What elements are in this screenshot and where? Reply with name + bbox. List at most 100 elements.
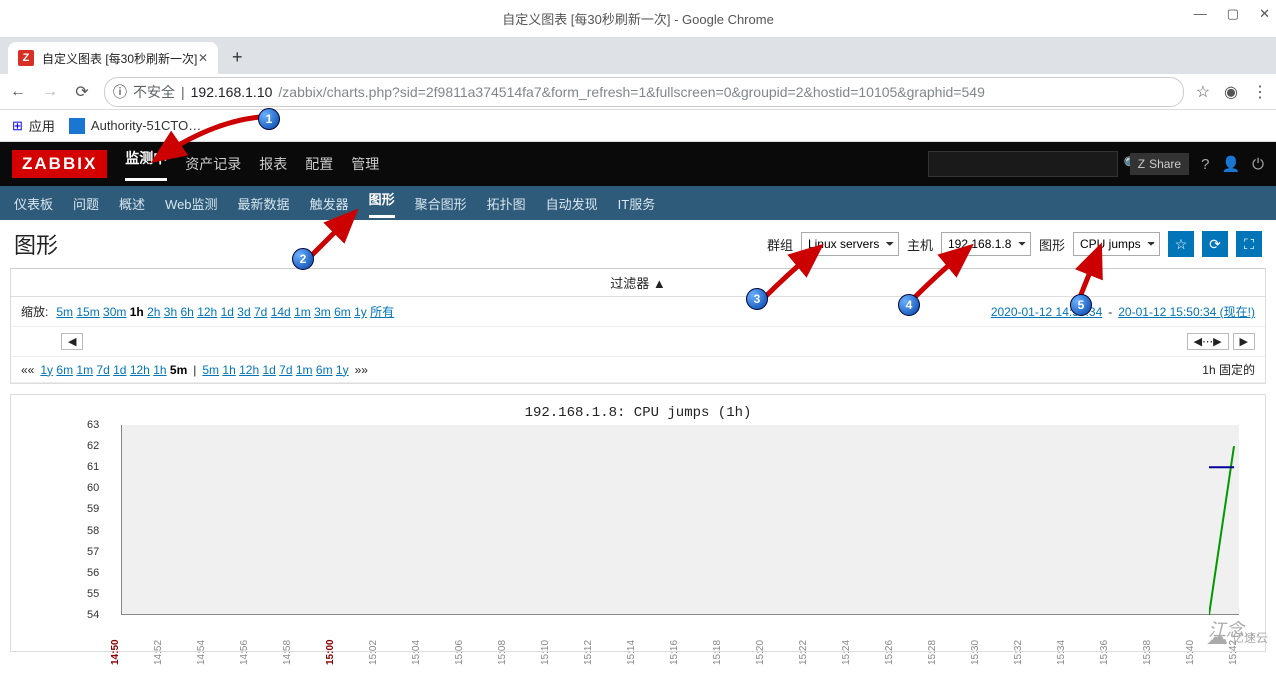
time-to[interactable]: 20-01-12 15:50:34 (现在!) [1118, 303, 1255, 320]
subnav-triggers[interactable]: 触发器 [310, 194, 349, 213]
time-range-button[interactable]: ◀⋯▶ [1187, 333, 1229, 350]
subnav-problems[interactable]: 问题 [73, 194, 99, 213]
favorite-button[interactable]: ☆ [1168, 231, 1194, 257]
time-prev-button[interactable]: ◀ [61, 333, 83, 350]
zoom-option[interactable]: 3m [314, 305, 331, 319]
zoom-option[interactable]: 6h [181, 305, 194, 319]
annotation-1: 1 [258, 108, 280, 130]
shift-left-option[interactable]: 1m [76, 363, 93, 377]
shift-right-option[interactable]: 12h [239, 363, 259, 377]
main-menu-monitoring[interactable]: 监测中 [125, 148, 167, 181]
shift-left-option[interactable]: 6m [56, 363, 73, 377]
zoom-label: 缩放: [21, 303, 48, 320]
zabbix-subnav: 仪表板 问题 概述 Web监测 最新数据 触发器 图形 聚合图形 拓扑图 自动发… [0, 186, 1276, 220]
x-tick-label: 15:16 [669, 640, 680, 665]
search-input[interactable] [929, 157, 1118, 172]
shift-right-option[interactable]: 1y [336, 363, 349, 377]
url-field[interactable]: ⓘ 不安全 | 192.168.1.10/zabbix/charts.php?s… [104, 77, 1184, 107]
shift-right-option[interactable]: 1m [296, 363, 313, 377]
chart-container: 192.168.1.8: CPU jumps (1h) 545556575859… [10, 394, 1266, 652]
apps-button[interactable]: ⊞ 应用 [12, 116, 55, 135]
subnav-web[interactable]: Web监测 [165, 194, 218, 213]
main-menu-admin[interactable]: 管理 [351, 154, 379, 174]
back-button[interactable]: ← [8, 83, 28, 101]
graph-label: 图形 [1039, 235, 1065, 254]
tab-close-icon[interactable]: ✕ [198, 51, 208, 65]
zoom-option[interactable]: 15m [76, 305, 99, 319]
graph-select[interactable]: CPU jumps [1073, 232, 1160, 256]
main-menu-reports[interactable]: 报表 [259, 154, 287, 174]
cloud-icon: ☁ [1206, 624, 1228, 650]
x-tick-label: 15:02 [368, 640, 379, 665]
window-minimize-icon[interactable]: — [1194, 6, 1207, 22]
shift-right-option[interactable]: 7d [279, 363, 292, 377]
group-select[interactable]: Linux servers [801, 232, 899, 256]
time-shift-sep: | [193, 363, 196, 377]
subnav-maps[interactable]: 拓扑图 [487, 194, 526, 213]
refresh-button[interactable]: ⟳ [1202, 231, 1228, 257]
share-button[interactable]: ZShare [1130, 153, 1189, 175]
zoom-option[interactable]: 1h [130, 305, 144, 319]
shift-left-option[interactable]: 1y [40, 363, 53, 377]
subnav-screens[interactable]: 聚合图形 [415, 194, 467, 213]
profile-avatar-icon[interactable]: ◉ [1224, 82, 1238, 102]
browser-tab[interactable]: Z 自定义图表 [每30秒刷新一次] ✕ [8, 42, 218, 74]
main-menu-config[interactable]: 配置 [305, 154, 333, 174]
host-select[interactable]: 192.168.1.8 [941, 232, 1031, 256]
bookmark-star-icon[interactable]: ☆ [1196, 82, 1210, 102]
shift-left-option[interactable]: 1h [153, 363, 166, 377]
shift-right-option[interactable]: 5m [202, 363, 219, 377]
user-icon[interactable]: 👤 [1221, 155, 1240, 173]
main-menu-inventory[interactable]: 资产记录 [185, 154, 241, 174]
chart-title: 192.168.1.8: CPU jumps (1h) [17, 401, 1259, 425]
y-tick-label: 60 [87, 482, 99, 494]
annotation-2: 2 [292, 248, 314, 270]
zoom-option[interactable]: 30m [103, 305, 126, 319]
zoom-option[interactable]: 7d [254, 305, 267, 319]
shift-right-option[interactable]: 1h [222, 363, 235, 377]
x-tick-label: 15:20 [755, 640, 766, 665]
logout-icon[interactable]: ⏻ [1252, 156, 1264, 173]
bookmark-item[interactable]: Authority-51CTO… [69, 118, 201, 134]
filter-toggle[interactable]: 过滤器 ▲ [11, 269, 1265, 297]
zoom-option[interactable]: 14d [271, 305, 291, 319]
subnav-itservices[interactable]: IT服务 [618, 194, 656, 213]
zoom-option[interactable]: 6m [334, 305, 351, 319]
zabbix-logo[interactable]: ZABBIX [12, 150, 107, 178]
annotation-5: 5 [1070, 294, 1092, 316]
zoom-option[interactable]: 所有 [370, 305, 394, 319]
help-icon[interactable]: ? [1201, 156, 1209, 173]
shift-left-option[interactable]: 12h [130, 363, 150, 377]
zoom-option[interactable]: 1m [294, 305, 311, 319]
time-next-button[interactable]: ▶ [1233, 333, 1255, 350]
zoom-option[interactable]: 1y [354, 305, 367, 319]
shift-right-option[interactable]: 1d [262, 363, 275, 377]
x-tick-label: 15:18 [712, 640, 723, 665]
subnav-overview[interactable]: 概述 [119, 194, 145, 213]
shift-left-option[interactable]: 1d [113, 363, 126, 377]
zoom-option[interactable]: 3d [237, 305, 250, 319]
zoom-option[interactable]: 3h [164, 305, 177, 319]
fixed-text: 固定的 [1219, 363, 1255, 377]
tab-title: 自定义图表 [每30秒刷新一次] [42, 50, 197, 67]
shift-left-option[interactable]: 5m [170, 363, 187, 377]
chrome-menu-icon[interactable]: ⋮ [1252, 82, 1268, 102]
new-tab-button[interactable]: + [222, 41, 253, 74]
fullscreen-button[interactable]: ⛶ [1236, 231, 1262, 257]
subnav-dashboard[interactable]: 仪表板 [14, 194, 53, 213]
window-close-icon[interactable]: ✕ [1259, 6, 1270, 22]
subnav-discovery[interactable]: 自动发现 [546, 194, 598, 213]
shift-left-option[interactable]: 7d [96, 363, 109, 377]
shift-right-option[interactable]: 6m [316, 363, 333, 377]
forward-button[interactable]: → [40, 83, 60, 101]
bookmark-favicon-icon [69, 118, 85, 134]
subnav-latest[interactable]: 最新数据 [238, 194, 290, 213]
zoom-option[interactable]: 5m [56, 305, 73, 319]
subnav-graphs[interactable]: 图形 [369, 189, 395, 218]
reload-button[interactable]: ⟳ [72, 82, 92, 102]
window-maximize-icon[interactable]: ▢ [1227, 6, 1239, 22]
zoom-option[interactable]: 2h [147, 305, 160, 319]
zoom-option[interactable]: 12h [197, 305, 217, 319]
x-tick-label: 14:58 [282, 640, 293, 665]
zoom-option[interactable]: 1d [221, 305, 234, 319]
